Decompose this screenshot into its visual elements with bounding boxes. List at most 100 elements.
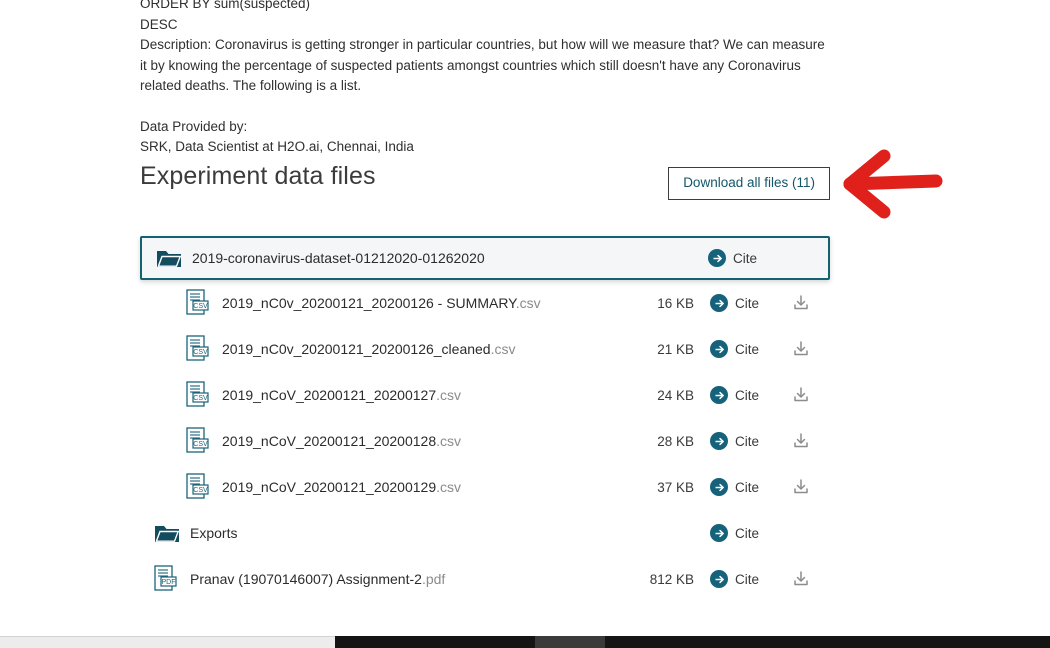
file-size: 16 KB (657, 295, 694, 311)
description-line-order-by: ORDER BY sum(suspected) (140, 0, 311, 11)
csv-file-icon: CSV (186, 473, 209, 499)
cite-arrow-icon (715, 437, 724, 445)
download-file-button[interactable] (784, 294, 818, 312)
experiment-description: ORDER BY sum(suspected) DESC Description… (140, 0, 830, 158)
download-all-files-button[interactable]: Download all files (11) (668, 167, 830, 200)
cite-button[interactable]: Cite (710, 478, 784, 496)
file-extension: .csv (436, 479, 461, 495)
file-name[interactable]: Exports (190, 525, 584, 541)
file-row[interactable]: CSV 2019_nCoV_20200121_20200128.csv 28 KB C… (140, 418, 830, 464)
svg-text:CSV: CSV (193, 349, 208, 356)
cite-button[interactable]: Cite (710, 524, 784, 542)
strip-left-segment (0, 636, 335, 648)
cite-label: Cite (735, 387, 760, 403)
cite-label: Cite (735, 479, 760, 495)
svg-text:CSV: CSV (193, 487, 208, 494)
folder-icon (155, 526, 180, 542)
csv-file-icon: CSV (186, 289, 222, 317)
file-size: 812 KB (649, 571, 694, 587)
cite-button[interactable]: Cite (710, 570, 784, 588)
file-name[interactable]: 2019_nCoV_20200121_20200128.csv (222, 433, 608, 449)
cite-arrow-icon (715, 529, 724, 537)
csv-file-icon: CSV (186, 335, 222, 363)
download-file-button[interactable] (784, 340, 818, 358)
page-root: ORDER BY sum(suspected) DESC Description… (0, 0, 1050, 648)
download-icon (794, 295, 808, 310)
cite-arrow-icon (715, 345, 724, 353)
description-line-desc: DESC (140, 16, 178, 32)
page-title: Experiment data files (140, 162, 376, 190)
folder-icon (156, 248, 192, 268)
cite-label: Cite (735, 295, 760, 311)
cite-label: Cite (735, 341, 760, 357)
pdf-file-icon: PDF (154, 565, 177, 591)
cite-arrow-circle-icon (708, 249, 726, 267)
file-extension: .pdf (421, 571, 446, 587)
file-extension: .csv (490, 341, 516, 357)
csv-file-icon: CSV (186, 381, 222, 409)
cite-arrow-circle-icon (710, 386, 728, 404)
file-name[interactable]: 2019_nCoV_20200121_20200127.csv (222, 387, 608, 403)
download-file-button[interactable] (784, 478, 818, 496)
cite-arrow-icon (715, 299, 724, 307)
cite-button[interactable]: Cite (710, 386, 784, 404)
data-provider-value: SRK, Data Scientist at H2O.ai, Chennai, … (140, 139, 414, 154)
cite-button[interactable]: Cite (710, 294, 784, 312)
file-row[interactable]: CSV 2019_nC0v_20200121_20200126_cleaned.c… (140, 326, 830, 372)
red-annotation-arrow-icon (843, 149, 943, 219)
cite-arrow-circle-icon (710, 524, 728, 542)
cite-button[interactable]: Cite (710, 340, 784, 358)
cite-arrow-icon (713, 254, 722, 262)
cite-arrow-circle-icon (710, 340, 728, 358)
file-name[interactable]: 2019_nCoV_20200121_20200129.csv (222, 479, 608, 495)
download-icon (794, 341, 808, 356)
file-row[interactable]: PDF Pranav (19070146007) Assignment-2.pdf… (140, 556, 830, 602)
cite-arrow-circle-icon (710, 294, 728, 312)
file-name[interactable]: 2019_nC0v_20200121_20200126_cleaned.csv (222, 341, 608, 357)
download-file-button[interactable] (784, 432, 818, 450)
file-name[interactable]: 2019-coronavirus-dataset-01212020-012620… (192, 250, 582, 266)
description-paragraph: Description: Coronavirus is getting stro… (140, 37, 829, 93)
strip-dark-segment (335, 636, 535, 648)
csv-file-icon: CSV (186, 335, 209, 361)
download-file-button[interactable] (784, 570, 818, 588)
file-row[interactable]: CSV 2019_nCoV_20200121_20200127.csv 24 KB C… (140, 372, 830, 418)
cite-arrow-circle-icon (710, 478, 728, 496)
cite-label: Cite (733, 250, 758, 266)
csv-file-icon: CSV (186, 289, 209, 315)
svg-text:CSV: CSV (193, 395, 208, 402)
cite-arrow-icon (715, 391, 724, 399)
experiment-file-list: 2019-coronavirus-dataset-01212020-012620… (140, 236, 830, 602)
file-row[interactable]: CSV 2019_nCoV_20200121_20200129.csv 37 KB C… (140, 464, 830, 510)
csv-file-icon: CSV (186, 381, 209, 407)
cite-arrow-icon (715, 483, 724, 491)
folder-icon (157, 251, 182, 267)
download-icon (794, 433, 808, 448)
file-size: 37 KB (657, 479, 694, 495)
bottom-edge-strip (0, 636, 1050, 648)
svg-text:CSV: CSV (193, 303, 208, 310)
folder-icon (154, 523, 190, 543)
cite-arrow-circle-icon (710, 432, 728, 450)
csv-file-icon: CSV (186, 473, 222, 501)
cite-button[interactable]: Cite (708, 249, 782, 267)
file-name[interactable]: 2019_nC0v_20200121_20200126 - SUMMARY.cs… (222, 295, 608, 311)
cite-label: Cite (735, 525, 760, 541)
file-size: 21 KB (657, 341, 694, 357)
csv-file-icon: CSV (186, 427, 222, 455)
file-row[interactable]: CSV 2019_nC0v_20200121_20200126 - SUMMARY… (140, 280, 830, 326)
file-name[interactable]: Pranav (19070146007) Assignment-2.pdf (190, 571, 608, 587)
folder-row[interactable]: 2019-coronavirus-dataset-01212020-012620… (140, 236, 830, 280)
file-size: 28 KB (657, 433, 694, 449)
file-extension: .csv (436, 387, 461, 403)
section-header: Experiment data files Download all files… (140, 160, 830, 202)
download-icon (794, 387, 808, 402)
strip-right-segment (605, 636, 1050, 648)
csv-file-icon: CSV (186, 427, 209, 453)
download-file-button[interactable] (784, 386, 818, 404)
download-icon (794, 571, 808, 586)
svg-text:CSV: CSV (193, 441, 208, 448)
cite-button[interactable]: Cite (710, 432, 784, 450)
folder-row[interactable]: Exports Cite (140, 510, 830, 556)
